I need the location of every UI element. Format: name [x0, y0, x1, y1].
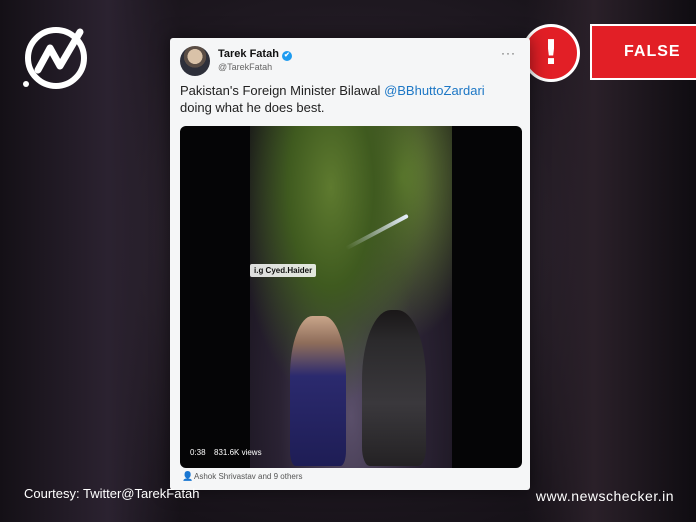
- dancer-right-figure: [362, 310, 426, 466]
- video-view-count: 831.6K views: [214, 448, 262, 457]
- author-handle[interactable]: @TarekFatah: [218, 62, 272, 72]
- author-name-text: Tarek Fatah: [218, 48, 279, 60]
- courtesy-caption: Courtesy: Twitter@TarekFatah: [24, 486, 200, 501]
- video-watermark: i.g Cyed.Haider: [250, 264, 317, 277]
- newschecker-logo-icon: [23, 27, 87, 89]
- dancer-left-figure: [290, 316, 346, 466]
- verdict-false-badge: FALSE: [590, 24, 696, 80]
- video-player[interactable]: i.g Cyed.Haider 0:38 831.6K views: [180, 126, 522, 468]
- exclamation-icon: !: [522, 24, 580, 82]
- verified-badge-icon: ✔: [281, 51, 292, 61]
- tweet-header: Tarek Fatah ✔ @TarekFatah ···: [180, 44, 520, 80]
- tweet-text-start: Pakistan's Foreign Minister Bilawal: [180, 83, 385, 98]
- avatar[interactable]: [180, 46, 210, 76]
- person-icon: 👤: [182, 471, 194, 481]
- author-name[interactable]: Tarek Fatah ✔: [218, 48, 292, 61]
- tweet-screenshot: Tarek Fatah ✔ @TarekFatah ··· Pakistan's …: [170, 38, 530, 490]
- video-timestamp: 0:38: [190, 448, 206, 457]
- site-url: www.newschecker.in: [535, 488, 674, 504]
- video-frame: [250, 126, 452, 468]
- more-options-icon[interactable]: ···: [501, 46, 516, 60]
- light-streak: [345, 213, 409, 251]
- mention-link[interactable]: @BBhuttoZardari: [384, 83, 485, 98]
- tweet-text: Pakistan's Foreign Minister Bilawal @BBh…: [180, 82, 520, 116]
- tweet-text-end: doing what he does best.: [180, 100, 325, 115]
- likers-text[interactable]: Ashok Shrivastav and 9 others: [194, 472, 303, 481]
